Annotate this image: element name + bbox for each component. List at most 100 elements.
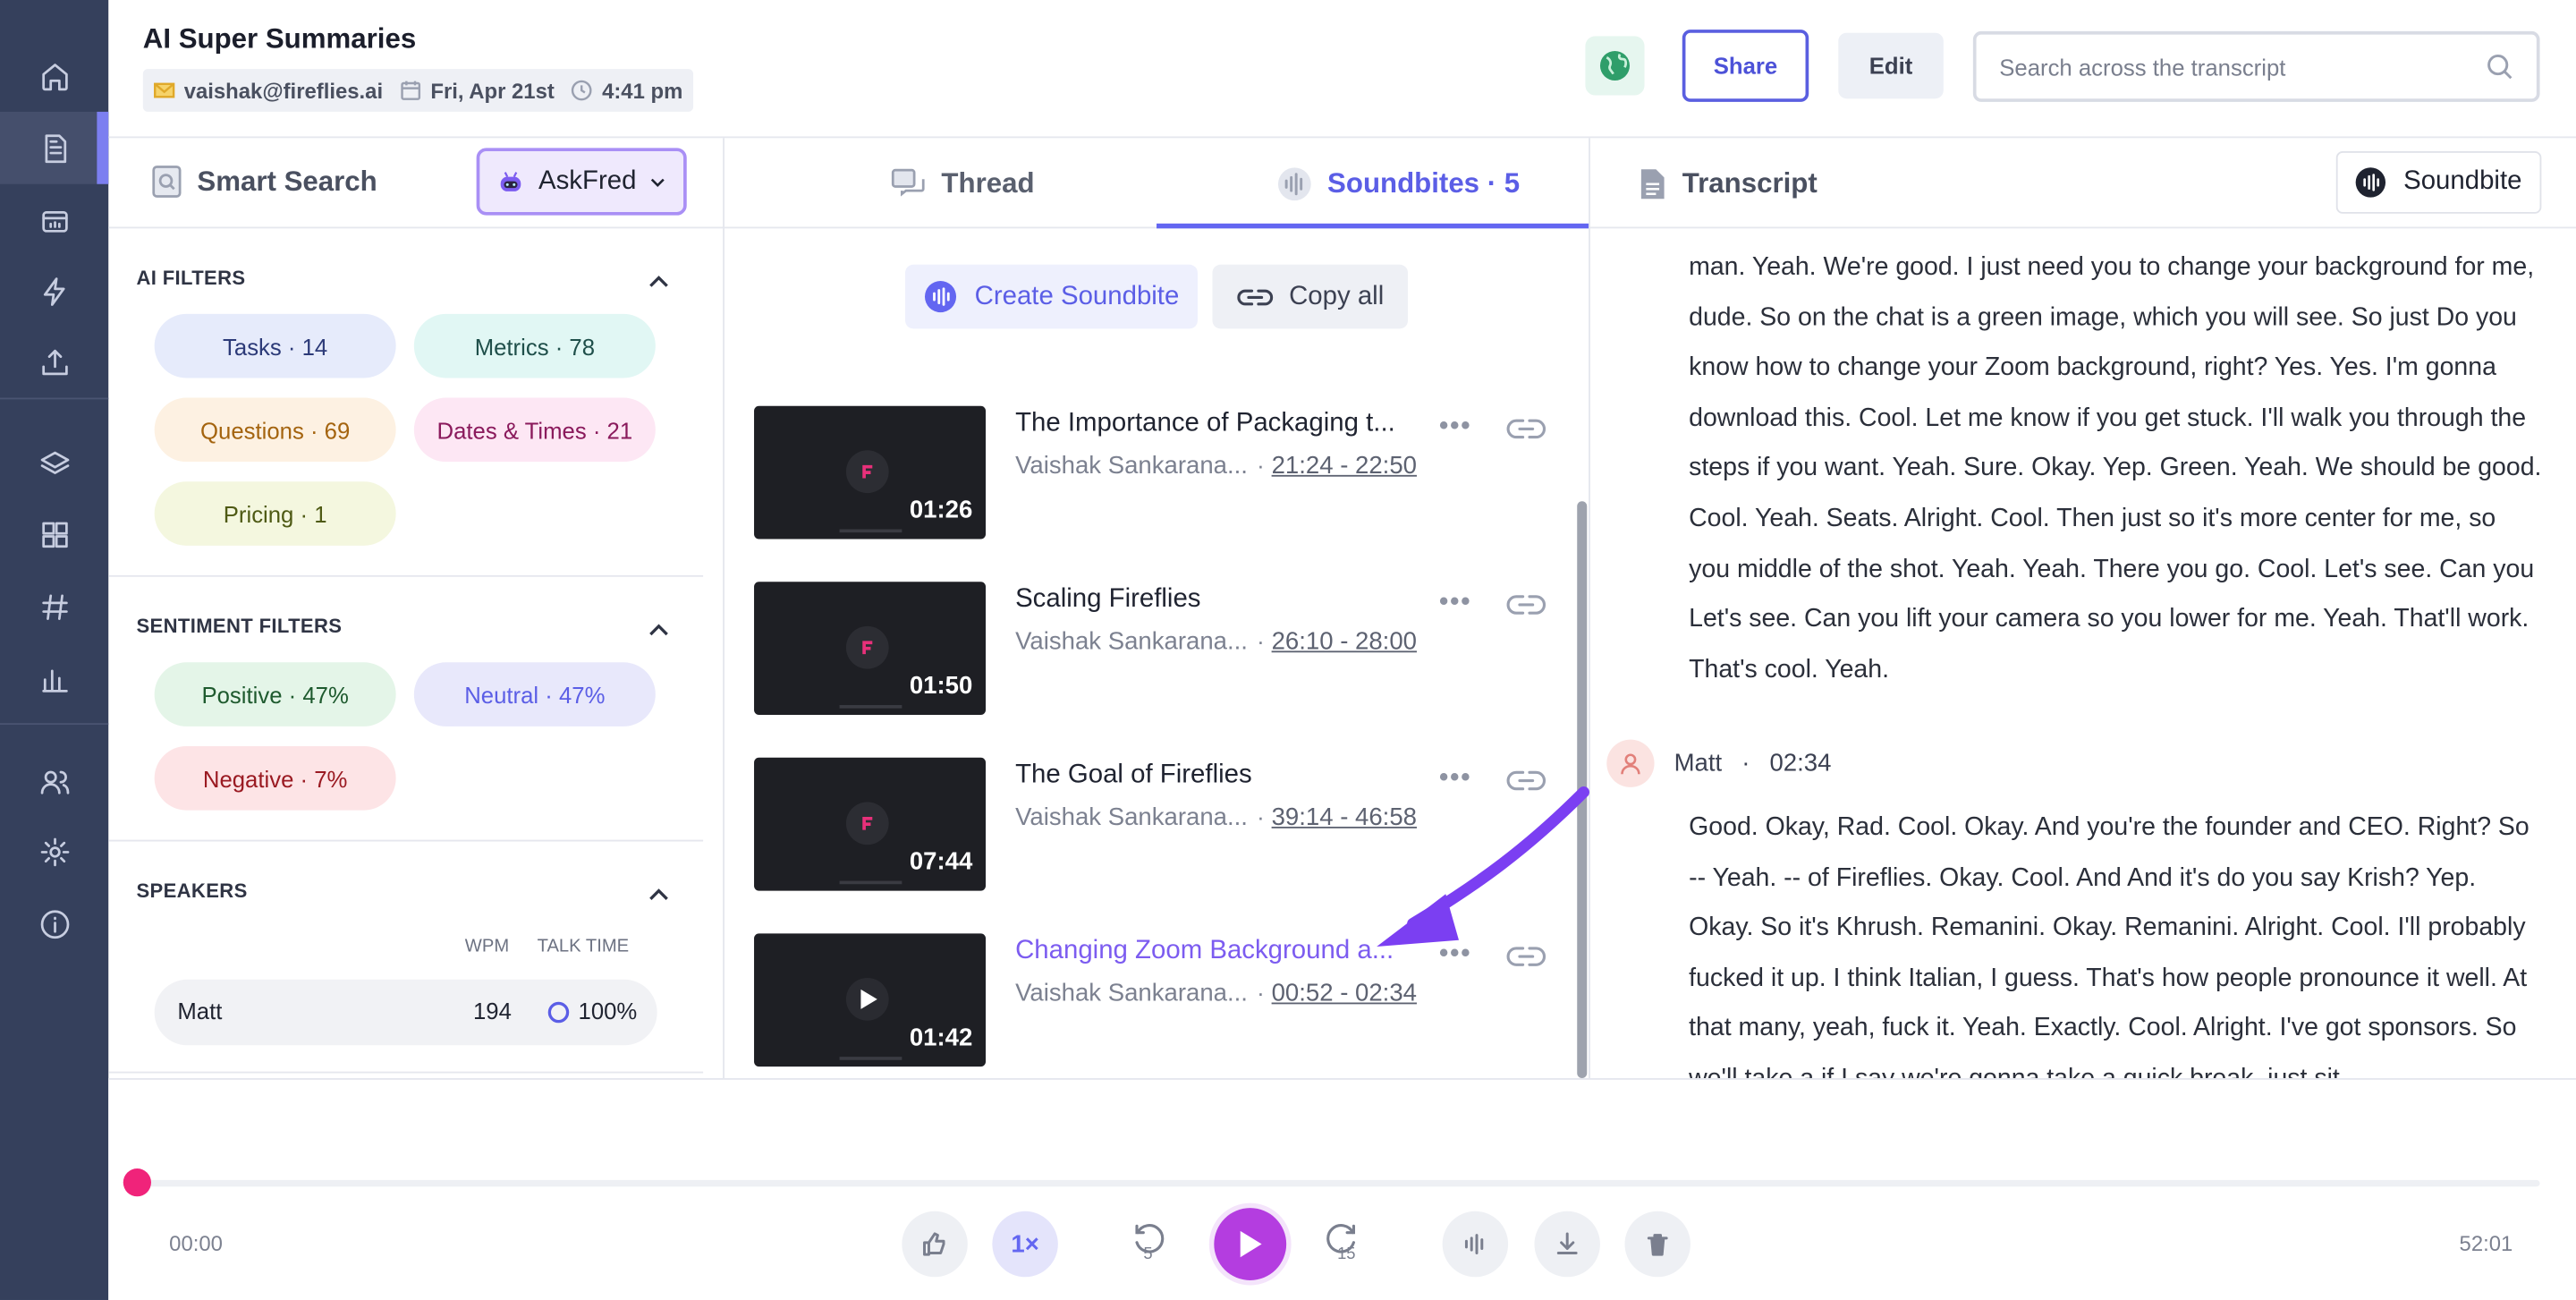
soundbite-title[interactable]: Scaling Fireflies <box>1015 585 1418 615</box>
soundbite-title[interactable]: Changing Zoom Background a... <box>1015 937 1418 966</box>
search-icon[interactable] <box>2486 53 2513 81</box>
soundwave-icon <box>2355 167 2386 198</box>
rail-upload[interactable] <box>0 326 108 398</box>
soundbite-thumbnail[interactable]: 01:50 <box>754 582 987 716</box>
transcript-paragraph[interactable]: Good. Okay, Rad. Cool. Okay. And you're … <box>1689 803 2543 1078</box>
soundbite-thumbnail[interactable]: 07:44 <box>754 757 987 891</box>
speaker-timestamp[interactable]: 02:34 <box>1769 750 1831 777</box>
language-button[interactable] <box>1585 36 1645 96</box>
middle-tabs: Thread Soundbites · 5 <box>724 138 1589 229</box>
filter-metrics[interactable]: Metrics · 78 <box>413 313 656 378</box>
soundbite-speaker: Vaishak Sankarana... <box>1015 803 1248 832</box>
play-button[interactable] <box>1214 1208 1287 1280</box>
rail-notes[interactable] <box>0 111 109 184</box>
transcript-title: Transcript <box>1640 138 1818 228</box>
transcript-search <box>1972 30 2540 102</box>
smart-search-title[interactable]: Smart Search <box>151 165 377 200</box>
envelope-icon <box>154 82 175 98</box>
play-icon[interactable] <box>845 977 889 1021</box>
tab-thread-label: Thread <box>941 166 1035 199</box>
smart-search-panel: AI FILTERS Tasks · 14 Metrics · 78 Quest… <box>108 228 724 1078</box>
rail-meetings[interactable] <box>0 184 108 257</box>
transcript-paragraph[interactable]: man. Yeah. We're good. I just need you t… <box>1689 243 2543 696</box>
playback-speed-button[interactable]: 1× <box>992 1211 1058 1278</box>
forward-button[interactable]: 15 <box>1324 1218 1377 1270</box>
rail-topics[interactable] <box>0 570 108 642</box>
ai-filters-title: AI FILTERS <box>136 266 246 290</box>
link-icon[interactable] <box>1506 590 1546 619</box>
rewind-button[interactable]: 5 <box>1127 1218 1180 1270</box>
speaker-wpm: 194 <box>472 997 512 1024</box>
thumbs-up-button[interactable] <box>902 1211 968 1278</box>
chevron-up-icon[interactable] <box>648 269 671 293</box>
filter-tasks[interactable]: Tasks · 14 <box>154 313 396 378</box>
filter-questions[interactable]: Questions · 69 <box>154 397 396 463</box>
panel-divider <box>723 138 724 1079</box>
more-options-icon[interactable]: ••• <box>1439 412 1471 442</box>
delete-button[interactable] <box>1624 1211 1690 1278</box>
soundbite-toggle[interactable]: Soundbite <box>2335 150 2542 214</box>
meeting-title: AI Super Summaries <box>142 22 417 55</box>
soundbite-thumbnail[interactable]: 01:26 <box>754 405 987 540</box>
soundbite-item[interactable]: 01:50 Scaling Fireflies Vaishak Sankaran… <box>754 582 1567 716</box>
col-talk-time: TALK TIME <box>537 937 630 957</box>
tab-soundbites-label: Soundbites · 5 <box>1327 166 1521 199</box>
rail-analytics[interactable] <box>0 642 108 715</box>
rail-settings[interactable] <box>0 815 108 888</box>
separator-dot: · <box>1257 627 1265 655</box>
download-button[interactable] <box>1534 1211 1600 1278</box>
soundbite-button[interactable] <box>1442 1211 1509 1278</box>
tab-thread[interactable]: Thread <box>890 138 1035 228</box>
meetings-icon <box>41 210 67 232</box>
transcript-search-input[interactable] <box>1999 53 2486 81</box>
speaker-name[interactable]: Matt <box>1674 750 1723 777</box>
soundbite-time-range[interactable]: 00:52 - 02:34 <box>1272 980 1417 1007</box>
active-tab-indicator <box>1157 223 1589 229</box>
talk-time-ring-icon <box>547 1001 570 1024</box>
analytics-icon <box>41 668 67 692</box>
askfred-dropdown[interactable]: AskFred <box>476 148 687 216</box>
soundbite-time-range[interactable]: 26:10 - 28:00 <box>1272 628 1417 656</box>
fireflies-logo-icon <box>845 802 889 845</box>
copy-all-button[interactable]: Copy all <box>1212 264 1409 329</box>
chevron-up-icon[interactable] <box>648 882 671 905</box>
filter-negative[interactable]: Negative · 7% <box>154 745 396 811</box>
link-icon[interactable] <box>1506 414 1546 444</box>
sentiment-filters-section: SENTIMENT FILTERS <box>136 615 703 638</box>
tab-soundbites[interactable]: Soundbites · 5 <box>1276 138 1520 228</box>
soundbite-duration: 07:44 <box>909 847 973 877</box>
progress-knob[interactable] <box>123 1168 151 1197</box>
thumb-caption-bar <box>839 880 902 885</box>
share-button[interactable]: Share <box>1682 30 1809 102</box>
section-divider <box>108 839 704 842</box>
filter-positive[interactable]: Positive · 47% <box>154 662 396 726</box>
soundbite-title[interactable]: The Importance of Packaging t... <box>1015 409 1418 438</box>
filter-neutral[interactable]: Neutral · 47% <box>413 662 656 726</box>
askfred-label: AskFred <box>538 166 637 195</box>
filter-dates-times[interactable]: Dates & Times · 21 <box>413 397 656 463</box>
create-soundbite-button[interactable]: Create Soundbite <box>905 264 1198 329</box>
speaker-row[interactable]: Matt 194 100% <box>154 979 657 1046</box>
hashtag-icon <box>41 593 67 620</box>
thumbs-up-icon <box>923 1232 945 1256</box>
rail-info[interactable] <box>0 888 108 960</box>
rail-bolt[interactable] <box>0 255 108 327</box>
speaker-name: Matt <box>177 997 223 1024</box>
more-options-icon[interactable]: ••• <box>1439 589 1471 618</box>
meta-date-text: Fri, Apr 21st <box>430 78 555 103</box>
chevron-up-icon[interactable] <box>648 618 671 642</box>
soundbite-time-range[interactable]: 21:24 - 22:50 <box>1272 452 1417 480</box>
soundbite-item[interactable]: 01:26 The Importance of Packaging t... V… <box>754 405 1567 540</box>
rail-layers[interactable] <box>0 428 108 500</box>
soundbite-title[interactable]: The Goal of Fireflies <box>1015 760 1418 790</box>
home-icon <box>41 63 67 90</box>
rail-team[interactable] <box>0 744 108 817</box>
rail-apps[interactable] <box>0 498 108 571</box>
edit-button[interactable]: Edit <box>1838 32 1944 99</box>
total-time: 52:01 <box>2459 1230 2513 1256</box>
filter-pricing[interactable]: Pricing · 1 <box>154 481 396 546</box>
soundbite-thumbnail[interactable]: 01:42 <box>754 933 987 1067</box>
rail-home[interactable] <box>0 39 108 112</box>
progress-track[interactable] <box>134 1179 2540 1187</box>
forward-seconds: 15 <box>1337 1245 1356 1264</box>
